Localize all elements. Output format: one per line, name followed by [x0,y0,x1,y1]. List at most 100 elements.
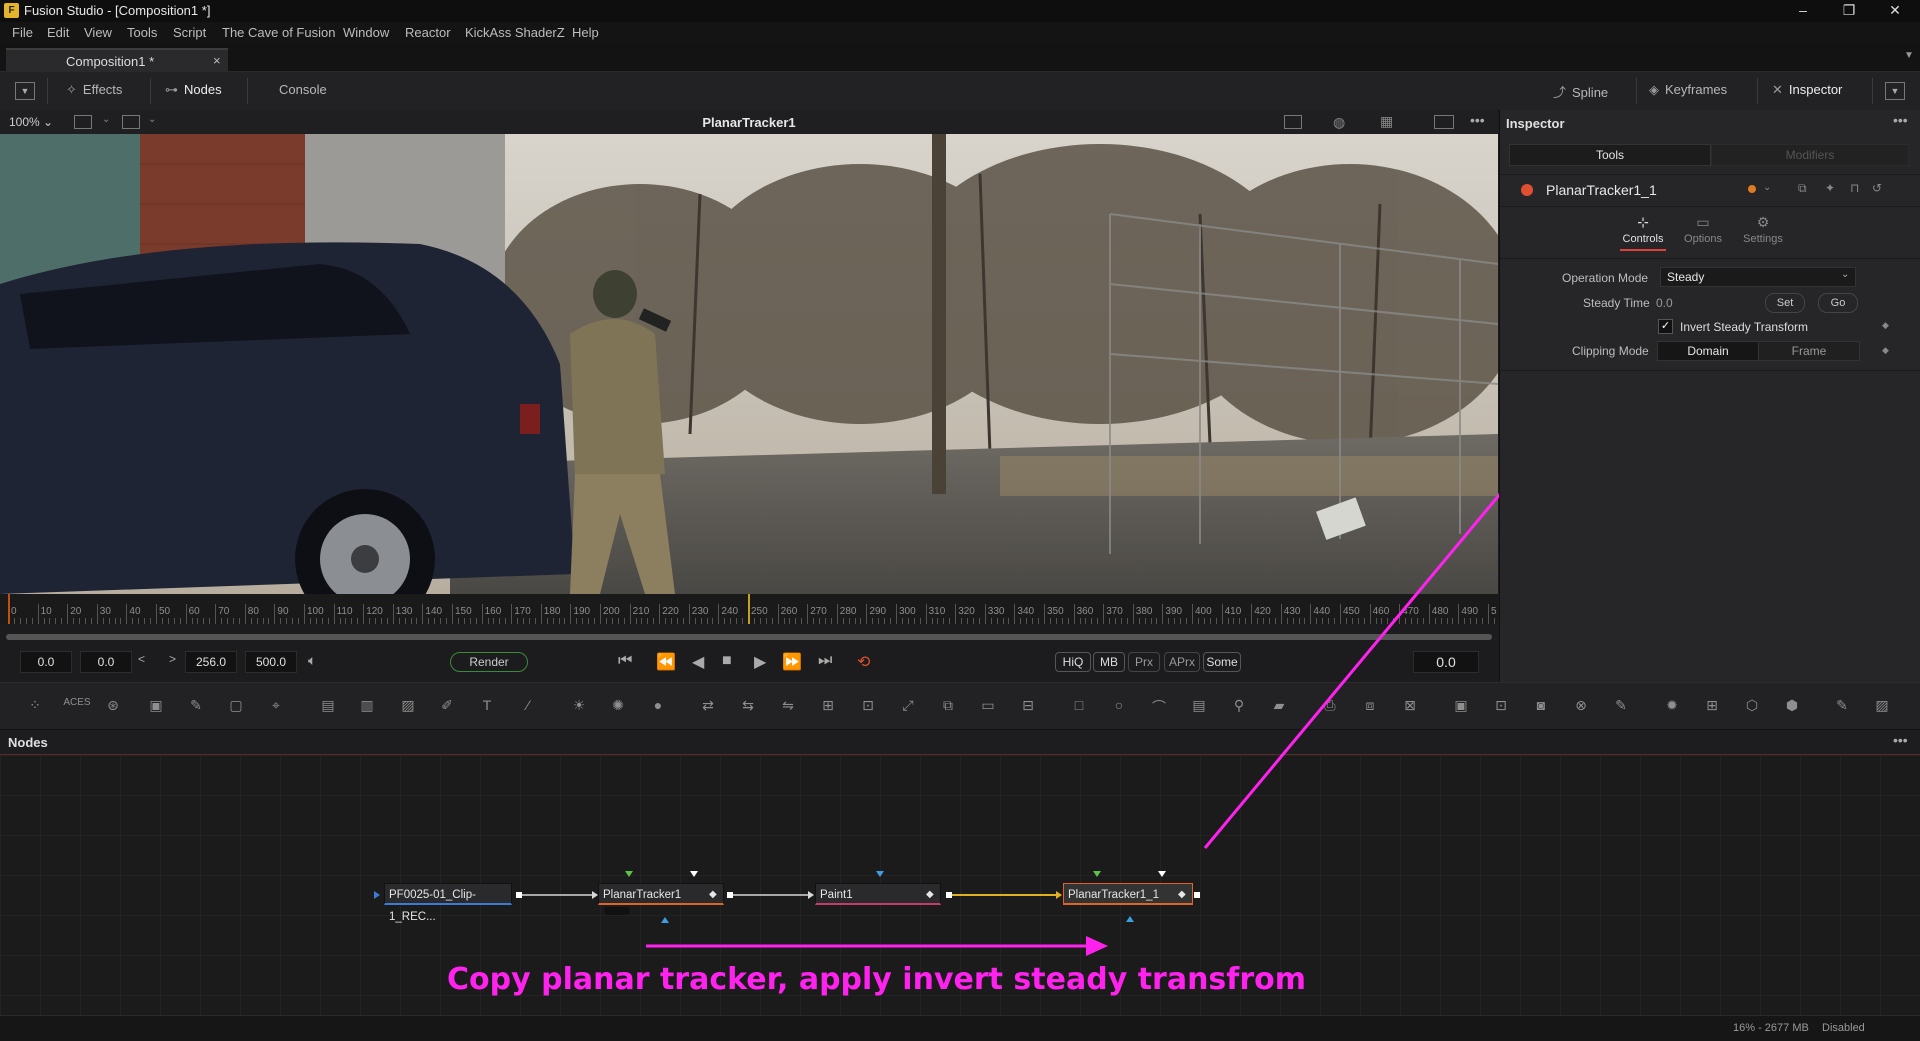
node-paint1-view-icon[interactable]: ◆ [926,884,934,906]
go-to-end-icon[interactable]: ⏭ [818,652,832,670]
steady-time-go-button[interactable]: Go [1818,293,1858,313]
wand-tool-icon[interactable]: ⚲ [1229,697,1249,715]
camera-tracker-tool-icon[interactable]: ⎙ [1320,697,1340,715]
renderer-3d-tool-icon[interactable]: ⊠ [1400,697,1420,715]
step-forward-icon[interactable]: > [169,652,176,666]
viewer-more-icon[interactable]: ••• [1470,112,1485,128]
background-tool-icon[interactable]: ▣ [146,697,166,715]
merge-tool-icon[interactable]: ▤ [318,697,338,715]
spline-button[interactable]: ⤴ Spline [1553,82,1608,101]
scale-tool-icon[interactable]: ⧉ [938,697,958,715]
prx-button[interactable]: Prx [1128,652,1160,672]
magic-mask-tool-icon[interactable]: ▰ [1269,697,1289,715]
options-subtab[interactable]: ▭ Options [1680,214,1726,245]
some-button[interactable]: Some [1203,652,1241,672]
node-paint1[interactable]: Paint1 ◆ [815,883,941,905]
inspector-more-icon[interactable]: ••• [1893,112,1908,128]
render-button[interactable]: Render [450,652,528,672]
maximize-button[interactable]: ❐ [1826,0,1872,22]
menu-script[interactable]: Script [173,25,206,40]
cube-tool-icon[interactable]: ⬡ [1742,697,1762,715]
pin-icon[interactable]: ✦ [1825,181,1835,195]
tool-color-icon[interactable] [1748,185,1756,193]
aprx-button[interactable]: APrx [1164,652,1200,672]
light-3d-tool-icon[interactable]: ◙ [1531,697,1551,715]
modifiers-tab[interactable]: Modifiers [1711,144,1909,166]
tool-enable-icon[interactable] [1521,184,1533,196]
bitmap-tool-icon[interactable]: ▤ [1189,697,1209,715]
menu-view[interactable]: View [84,25,112,40]
lock-icon[interactable]: ⊓ [1850,181,1859,195]
split-view-icon[interactable] [1434,115,1454,129]
invert-keyframe-icon[interactable]: ◆ [1882,320,1889,331]
grid-icon[interactable]: ▦ [1380,113,1393,130]
drop-tool-icon[interactable]: ● [648,697,668,715]
merge-3d-tool-icon[interactable]: ⊗ [1571,697,1591,715]
render-start-marker[interactable] [8,594,10,624]
rewind-icon[interactable]: ⏪ [656,652,676,672]
node-planartracker1-1[interactable]: PlanarTracker1_1 ◆ [1063,883,1193,905]
steady-time-value[interactable]: 0.0 [1656,296,1673,310]
step-back-icon[interactable]: < [138,652,145,666]
camera-3d-tool-icon[interactable]: ⊡ [1491,697,1511,715]
play-reverse-icon[interactable]: ◀ [692,652,704,672]
tab-menu-chevron-icon[interactable]: ▼ [1904,50,1914,61]
nodes-button[interactable]: ⊶ Nodes [165,82,222,98]
ellipse-tool-icon[interactable]: ○ [1109,697,1129,715]
crop-tool-icon[interactable]: ⊡ [858,697,878,715]
particle-tool-icon[interactable]: ⁘ [25,697,45,715]
menu-help[interactable]: Help [572,25,599,40]
viewer-image[interactable] [0,134,1498,594]
current-time-field[interactable]: 0.0 [1413,651,1479,673]
keyframes-button[interactable]: ◈ Keyframes [1649,82,1727,98]
box-3d-tool-icon[interactable]: ⬢ [1782,697,1802,715]
controls-subtab[interactable]: ⊹ Controls [1620,214,1666,251]
custom-tool-icon[interactable]: ▨ [1872,697,1892,715]
loop-icon[interactable]: ⟲ [857,652,870,672]
matte-tool-icon[interactable]: ▨ [398,697,418,715]
time-scrubber[interactable] [6,634,1492,640]
node-planartracker1[interactable]: PlanarTracker1 ◆ [598,883,724,905]
tracker-tool-icon[interactable]: ⇄ [698,697,718,715]
brush-tool-icon[interactable]: ⁄ [518,697,538,715]
operation-mode-dropdown[interactable]: Steady ⌄ [1660,267,1856,287]
render-end-field[interactable]: 256.0 [185,651,237,673]
clipping-mode-frame-button[interactable]: Frame [1758,341,1860,361]
text-tool-icon[interactable]: T [477,697,497,715]
effects-button[interactable]: ✧ Effects [66,82,122,98]
invert-checkbox[interactable]: ✓ [1658,319,1673,334]
menu-cave-of-fusion[interactable]: The Cave of Fusion [222,25,335,40]
loader-tool-icon[interactable]: ▢ [226,697,246,715]
shape-3d-tool-icon[interactable]: ⧈ [1360,697,1380,715]
tools-tab[interactable]: Tools [1509,144,1711,166]
rectangle-tool-icon[interactable]: □ [1069,697,1089,715]
minimize-button[interactable]: – [1780,0,1826,22]
close-window-button[interactable]: ✕ [1872,0,1918,22]
right-panel-chevron-icon[interactable]: ▼ [1885,82,1905,100]
color-tool-icon[interactable]: ✺ [608,697,628,715]
node-loader[interactable]: PF0025-01_Clip-1_REC... [384,883,512,923]
bspline-tool-icon[interactable]: ⌒ [1149,697,1169,715]
menu-kickass-shaderz[interactable]: KickAss ShaderZ [465,25,565,40]
menu-window[interactable]: Window [343,25,389,40]
clipping-keyframe-icon[interactable]: ◆ [1882,345,1889,356]
stop-icon[interactable]: ■ [722,652,732,670]
dve-tool-icon[interactable]: ⊟ [1018,697,1038,715]
brightness-tool-icon[interactable]: ☀ [569,697,589,715]
fast-forward-icon[interactable]: ⏩ [782,652,802,672]
image-plane-tool-icon[interactable]: ▣ [1451,697,1471,715]
global-end-field[interactable]: 500.0 [245,651,297,673]
hiq-button[interactable]: HiQ [1055,652,1091,672]
planar-tool-icon[interactable]: ⇆ [738,697,758,715]
render-start-field[interactable]: 0.0 [80,651,132,673]
tab-close-icon[interactable]: × [213,53,221,68]
color-channel-icon[interactable]: ◍ [1333,114,1345,131]
inspector-button[interactable]: ✕ Inspector [1772,82,1842,98]
volume-tool-icon[interactable]: ⊞ [1702,697,1722,715]
paint-tool-icon[interactable]: ✎ [186,697,206,715]
playhead[interactable] [748,594,750,624]
settings-subtab[interactable]: ⚙ Settings [1740,214,1786,245]
tool-color-chevron-icon[interactable]: ⌄ [1763,182,1771,193]
play-icon[interactable]: ▶ [754,652,766,672]
nodes-more-icon[interactable]: ••• [1893,732,1908,748]
